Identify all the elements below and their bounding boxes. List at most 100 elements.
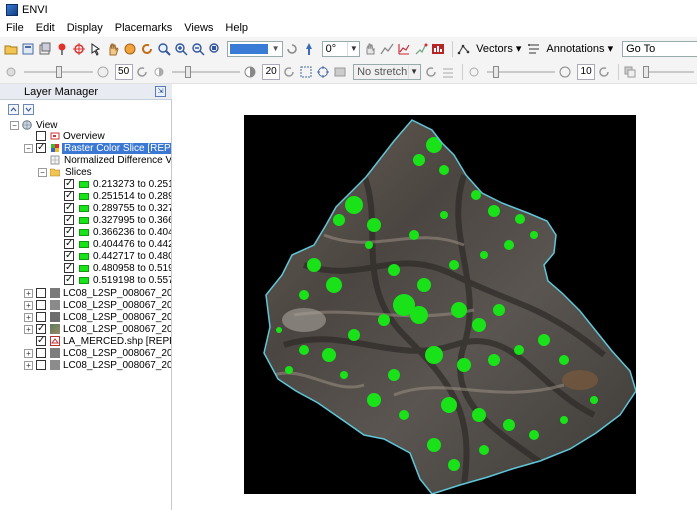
chart-icon[interactable]	[397, 42, 411, 56]
vectors-dropdown[interactable]: Vectors ▾	[476, 42, 521, 55]
slider-thumb[interactable]	[642, 65, 649, 78]
zoom-full-icon[interactable]	[208, 42, 222, 56]
layer-checkbox[interactable]	[36, 336, 46, 346]
stretch-select[interactable]: No stretch ▼	[353, 63, 421, 80]
expand-toggle[interactable]: +	[24, 289, 33, 298]
slice-checkbox[interactable]	[64, 239, 74, 249]
tree-row-overview[interactable]: Overview	[0, 131, 171, 142]
expand-toggle[interactable]: +	[24, 349, 33, 358]
transparency-icon[interactable]	[623, 65, 637, 79]
rotate-left-icon[interactable]	[285, 42, 299, 56]
sharpen-slider[interactable]	[486, 65, 556, 79]
tree-row-slices[interactable]: − Slices	[0, 167, 171, 178]
contrast-value[interactable]: 20	[262, 63, 281, 80]
brightness-value[interactable]: 50	[114, 63, 133, 80]
menu-file[interactable]: File	[0, 22, 30, 34]
expand-toggle[interactable]: +	[24, 313, 33, 322]
layer-checkbox[interactable]	[36, 324, 46, 334]
slice-checkbox[interactable]	[64, 203, 74, 213]
zoom-in-icon[interactable]	[174, 42, 188, 56]
collapse-all-icon[interactable]	[8, 103, 19, 115]
rotate-icon[interactable]	[140, 42, 154, 56]
menu-edit[interactable]: Edit	[30, 22, 61, 34]
transparency-slider[interactable]	[642, 65, 694, 79]
slice-checkbox[interactable]	[64, 179, 74, 189]
goto-input[interactable]: Go To	[622, 40, 697, 57]
slider-thumb[interactable]	[184, 65, 191, 78]
overview-checkbox[interactable]	[36, 131, 46, 141]
pan-hand-icon[interactable]	[106, 42, 120, 56]
reset-contrast-icon[interactable]	[282, 65, 296, 79]
layer-row[interactable]: + LC08_L2SP_008067_202400	[0, 288, 171, 299]
slice-checkbox[interactable]	[64, 275, 74, 285]
collapse-toggle[interactable]: −	[24, 144, 33, 153]
layer-row[interactable]: + LC08_L2SP_008067_202001	[0, 360, 171, 371]
color-slice-checkbox[interactable]	[36, 143, 46, 153]
layer-checkbox[interactable]	[36, 300, 46, 310]
menu-placemarks[interactable]: Placemarks	[109, 22, 178, 34]
layer-checkbox[interactable]	[36, 360, 46, 370]
menu-help[interactable]: Help	[219, 22, 254, 34]
layer-row[interactable]: LA_MERCED.shp [REPROJI	[0, 336, 171, 347]
slice-row[interactable]: 0.289755 to 0.32799	[0, 203, 171, 214]
slice-row[interactable]: 0.213273 to 0.25151	[0, 179, 171, 190]
expand-all-icon[interactable]	[23, 103, 34, 115]
zoom-level-select[interactable]: ▼	[227, 40, 283, 57]
collapse-toggle[interactable]: −	[10, 121, 19, 130]
layer-row[interactable]: + LC08_L2SP_008067_202001	[0, 324, 171, 335]
reset-stretch-icon[interactable]	[424, 65, 438, 79]
layer-checkbox[interactable]	[36, 288, 46, 298]
reset-brightness-icon[interactable]	[135, 65, 149, 79]
expand-toggle[interactable]: +	[24, 301, 33, 310]
slice-checkbox[interactable]	[64, 191, 74, 201]
hand-icon[interactable]	[363, 42, 377, 56]
contrast-slider[interactable]	[171, 65, 241, 79]
placemark-icon[interactable]	[55, 42, 69, 56]
crosshair-icon[interactable]	[72, 42, 86, 56]
slider-thumb[interactable]	[56, 65, 62, 78]
select-icon[interactable]	[89, 42, 103, 56]
slice-row[interactable]: 0.480958 to 0.51919	[0, 263, 171, 274]
slice-row[interactable]: 0.366236 to 0.40447	[0, 227, 171, 238]
slice-checkbox[interactable]	[64, 215, 74, 225]
profile-icon[interactable]	[380, 42, 394, 56]
slice-row[interactable]: 0.327995 to 0.36623	[0, 215, 171, 226]
collapse-toggle[interactable]: −	[38, 168, 47, 177]
expand-toggle[interactable]: +	[24, 325, 33, 334]
stretch-type-icon[interactable]	[316, 65, 330, 79]
menu-display[interactable]: Display	[61, 22, 109, 34]
slice-row[interactable]: 0.251514 to 0.28975	[0, 191, 171, 202]
tree-row-color-slice[interactable]: − Raster Color Slice [REPROJE	[0, 143, 171, 154]
histogram-icon[interactable]	[431, 42, 445, 56]
pin-icon[interactable]: ⇲	[155, 86, 166, 97]
data-manager-icon[interactable]	[21, 42, 35, 56]
stretch-lock-icon[interactable]	[333, 65, 347, 79]
reset-sharpen-icon[interactable]	[597, 65, 611, 79]
sharpen-value[interactable]: 10	[577, 63, 596, 80]
layer-row[interactable]: + LC08_L2SP_008067_202001	[0, 300, 171, 311]
vectors-icon[interactable]	[457, 42, 471, 56]
slice-checkbox[interactable]	[64, 263, 74, 273]
slice-row[interactable]: 0.404476 to 0.44271	[0, 239, 171, 250]
slice-row[interactable]: 0.519198 to 0.55743	[0, 275, 171, 286]
tree-row-view[interactable]: − View	[0, 120, 171, 131]
brightness-slider[interactable]	[24, 65, 93, 79]
fly-icon[interactable]	[123, 42, 137, 56]
menu-views[interactable]: Views	[178, 22, 219, 34]
layer-row[interactable]: + LC08_L2SP_008067_202401	[0, 348, 171, 359]
annotations-dropdown[interactable]: Annotations ▾	[546, 42, 613, 55]
slider-thumb[interactable]	[492, 65, 499, 78]
image-view-canvas[interactable]	[244, 115, 636, 494]
tree-row-ndvi[interactable]: Normalized Difference Veget	[0, 155, 171, 166]
rotation-select[interactable]: 0° ▼	[321, 40, 361, 57]
slice-checkbox[interactable]	[64, 227, 74, 237]
slice-checkbox[interactable]	[64, 251, 74, 261]
layer-row[interactable]: + LC08_L2SP_008067_202401	[0, 312, 171, 323]
north-up-icon[interactable]	[302, 42, 316, 56]
expand-toggle[interactable]: +	[24, 361, 33, 370]
stretch-settings-icon[interactable]	[441, 65, 455, 79]
zoom-icon[interactable]	[157, 42, 171, 56]
layer-manager-icon[interactable]	[38, 42, 52, 56]
crosshair-tool-icon[interactable]	[414, 42, 428, 56]
open-folder-icon[interactable]	[4, 42, 18, 56]
